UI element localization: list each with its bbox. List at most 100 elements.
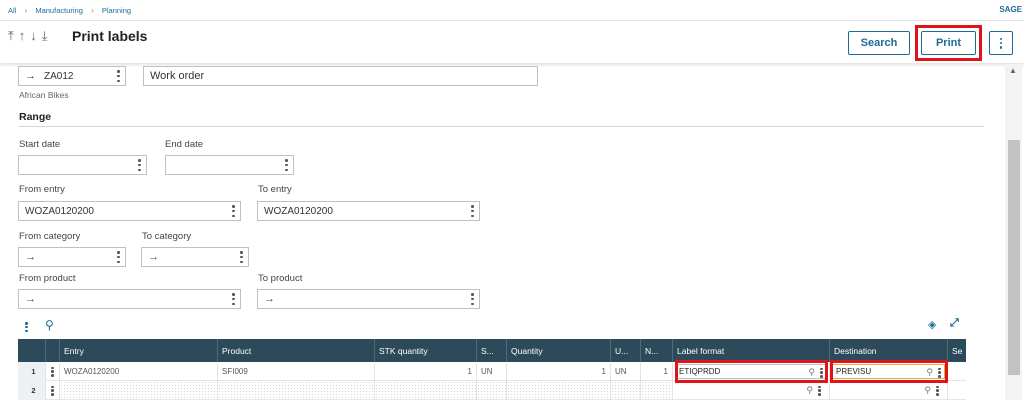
kebab-icon[interactable]	[936, 385, 939, 396]
cell-quantity[interactable]: 1	[507, 362, 611, 381]
breadcrumb: All › Manufacturing › Planning SAGE	[0, 0, 1024, 20]
breadcrumb-planning[interactable]: Planning	[102, 6, 131, 15]
kebab-icon[interactable]	[117, 251, 120, 263]
kebab-icon[interactable]	[818, 385, 821, 396]
next-record-icon[interactable]: ↓	[30, 28, 42, 43]
cell-stk-quantity[interactable]	[375, 381, 477, 400]
scroll-up-icon[interactable]: ▲	[1009, 66, 1017, 75]
cell-entry[interactable]: WOZA0120200	[60, 362, 218, 381]
search-icon[interactable]: ⚲	[924, 385, 931, 396]
kebab-icon[interactable]	[138, 159, 141, 171]
row-menu[interactable]	[46, 362, 60, 381]
cell-n[interactable]: 1	[641, 362, 673, 381]
cell-stk-quantity[interactable]: 1	[375, 362, 477, 381]
expand-icon[interactable]: ⤢	[950, 317, 959, 330]
cell-entry[interactable]	[60, 381, 218, 400]
previous-record-icon[interactable]: ↑	[19, 28, 31, 43]
site-name: African Bikes	[19, 90, 69, 100]
cell-se[interactable]	[948, 362, 966, 381]
cell-label-format[interactable]: ⚲	[673, 381, 830, 400]
arrow-right-icon: →	[264, 293, 275, 305]
column-header-stk-quantity[interactable]: STK quantity	[375, 339, 477, 362]
cell-quantity[interactable]	[507, 381, 611, 400]
column-header-se[interactable]: Se	[948, 339, 966, 362]
cell-destination[interactable]: ⚲	[830, 381, 948, 400]
from-entry-value: WOZA0120200	[25, 205, 94, 217]
kebab-icon	[51, 366, 54, 377]
more-actions-button[interactable]	[989, 31, 1013, 55]
row-number: 2	[18, 381, 46, 400]
column-header-stk-unit[interactable]: S...	[477, 339, 507, 362]
site-code: ZA012	[44, 70, 74, 82]
from-entry-field[interactable]: WOZA0120200	[18, 201, 241, 221]
grid-search-icon[interactable]: ⚲	[45, 318, 54, 332]
cell-product[interactable]: SFI009	[218, 362, 375, 381]
kebab-icon[interactable]	[240, 251, 243, 263]
column-header-quantity[interactable]: Quantity	[507, 339, 611, 362]
kebab-icon	[51, 385, 54, 396]
range-section-title: Range	[19, 111, 52, 123]
column-header-actions	[46, 339, 60, 362]
to-product-label: To product	[258, 273, 303, 284]
destination-highlight-box	[830, 360, 948, 383]
column-header-rownum	[18, 339, 46, 362]
start-date-label: Start date	[19, 139, 61, 150]
print-button[interactable]: Print	[921, 31, 976, 55]
cell-stk-unit[interactable]: UN	[477, 362, 507, 381]
site-label[interactable]: SAGE	[999, 5, 1022, 14]
cell-se[interactable]	[948, 381, 966, 400]
to-entry-label: To entry	[258, 184, 292, 195]
end-date-label: End date	[165, 139, 204, 150]
column-header-destination[interactable]: Destination	[830, 339, 948, 362]
from-product-label: From product	[19, 273, 76, 284]
cell-n[interactable]	[641, 381, 673, 400]
column-header-n[interactable]: N...	[641, 339, 673, 362]
cell-product[interactable]	[218, 381, 375, 400]
last-record-icon[interactable]: ⤓	[42, 28, 53, 43]
kebab-icon[interactable]	[471, 293, 474, 305]
site-field[interactable]: → ZA012	[18, 66, 126, 86]
to-product-field[interactable]: →	[257, 289, 480, 309]
breadcrumb-all[interactable]: All	[8, 6, 16, 15]
search-icon[interactable]: ⚲	[806, 385, 813, 396]
start-date-field[interactable]	[18, 155, 147, 175]
to-entry-field[interactable]: WOZA0120200	[257, 201, 480, 221]
column-header-unit[interactable]: U...	[611, 339, 641, 362]
arrow-right-icon: →	[25, 293, 36, 305]
kebab-icon[interactable]	[232, 205, 235, 217]
layers-icon[interactable]: ◈	[928, 318, 936, 331]
kebab-icon[interactable]	[285, 159, 288, 171]
table-row[interactable]: 2 ⚲ ⚲	[18, 381, 966, 400]
column-header-product[interactable]: Product	[218, 339, 375, 362]
grid-menu-icon[interactable]	[25, 322, 28, 332]
page-title: Print labels	[72, 28, 148, 44]
from-category-field[interactable]: →	[18, 247, 126, 267]
from-entry-label: From entry	[19, 184, 65, 195]
kebab-icon	[999, 37, 1003, 49]
to-category-field[interactable]: →	[141, 247, 249, 267]
kebab-icon[interactable]	[471, 205, 474, 217]
kebab-icon[interactable]	[117, 70, 120, 82]
scrollbar-thumb[interactable]	[1008, 140, 1020, 375]
from-product-field[interactable]: →	[18, 289, 241, 309]
search-button[interactable]: Search	[848, 31, 910, 55]
kebab-icon[interactable]	[232, 293, 235, 305]
divider	[19, 126, 984, 127]
cell-stk-unit[interactable]	[477, 381, 507, 400]
arrow-right-icon: →	[148, 251, 159, 263]
first-record-icon[interactable]: ⤒	[8, 28, 19, 43]
column-header-label-format[interactable]: Label format	[673, 339, 830, 362]
arrow-right-icon: →	[25, 70, 36, 82]
document-type-field[interactable]: Work order	[143, 66, 538, 86]
row-menu[interactable]	[46, 381, 60, 400]
arrow-right-icon: →	[25, 251, 36, 263]
to-category-label: To category	[142, 231, 192, 242]
cell-unit[interactable]	[611, 381, 641, 400]
label-format-highlight-box	[675, 360, 828, 383]
chevron-right-icon: ›	[24, 5, 28, 15]
end-date-field[interactable]	[165, 155, 294, 175]
breadcrumb-manufacturing[interactable]: Manufacturing	[35, 6, 83, 15]
column-header-entry[interactable]: Entry	[60, 339, 218, 362]
to-entry-value: WOZA0120200	[264, 205, 333, 217]
cell-unit[interactable]: UN	[611, 362, 641, 381]
